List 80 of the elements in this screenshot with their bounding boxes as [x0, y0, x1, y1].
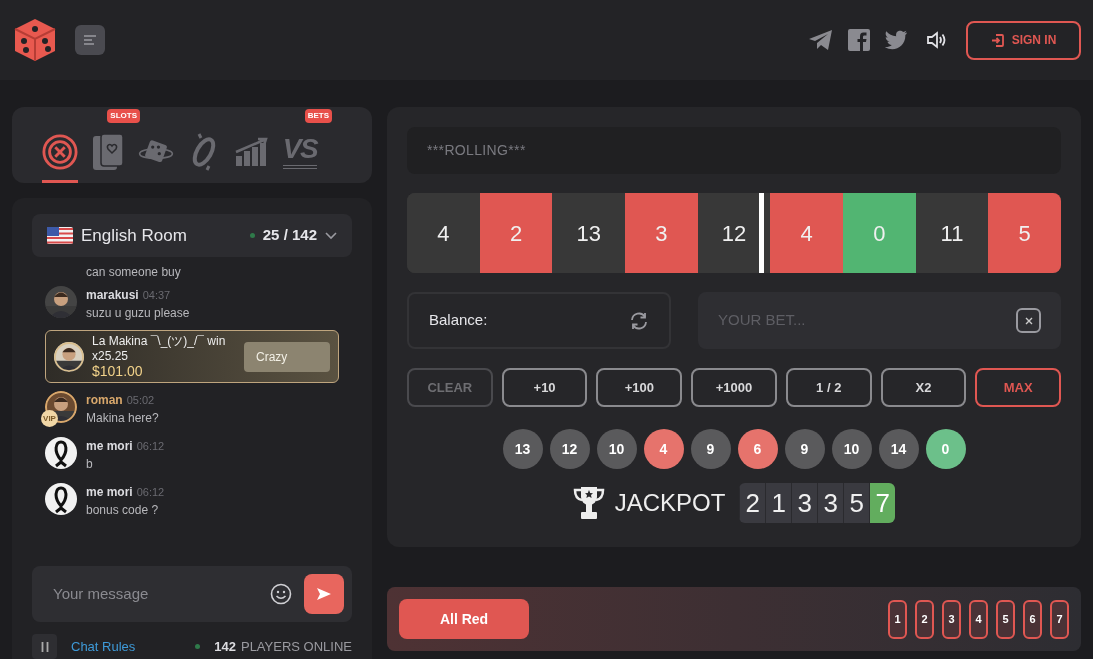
message-input[interactable]: Your message [53, 582, 258, 606]
message-time: 04:37 [142, 288, 171, 303]
telegram-icon[interactable] [808, 29, 834, 51]
sign-in-icon [990, 33, 1004, 47]
number-chip[interactable]: 7 [1050, 599, 1069, 639]
balance-label: Balance: [429, 310, 489, 331]
message-text: bonus code ? [86, 502, 160, 519]
twitter-icon[interactable] [884, 30, 908, 50]
jackpot-label: JACKPOT [614, 488, 726, 518]
strip-cell: 3 [625, 193, 698, 273]
volume-icon[interactable] [926, 31, 948, 49]
username: me mori [86, 438, 133, 455]
username: marakusi [86, 287, 139, 304]
vip-badge: VIP [41, 410, 58, 427]
username: roman [86, 392, 123, 409]
emoji-icon[interactable] [270, 583, 292, 605]
sign-in-button[interactable]: SIGN IN [966, 20, 1081, 60]
players-count: 142 [214, 637, 236, 656]
room-name: English Room [81, 224, 188, 247]
message-time: 06:12 [136, 439, 165, 454]
players-online-label: PLAYERS ONLINE [240, 637, 352, 656]
bet-amount-button[interactable]: MAX [975, 368, 1062, 407]
strip-cell: 0 [843, 193, 916, 273]
send-button[interactable] [304, 574, 344, 614]
bet-amount-button[interactable]: +1000 [691, 368, 777, 407]
number-chip[interactable]: 4 [969, 599, 988, 639]
message-text: can someone buy [86, 265, 182, 279]
message-time: 06:12 [136, 485, 165, 500]
ribbon-avatar-icon [45, 437, 77, 469]
win-amount: $101.00 [92, 364, 144, 379]
win-multiplier: x25.25 [92, 349, 130, 364]
number-chip[interactable]: 5 [996, 599, 1015, 639]
room-selector[interactable]: English Room 25 / 142 [32, 214, 352, 257]
strip-cell: 4 [770, 193, 844, 273]
bet-amount-button[interactable]: X2 [880, 368, 967, 407]
menu-icon [83, 34, 97, 46]
number-chip[interactable]: 6 [1023, 599, 1042, 639]
message-field[interactable]: Your message [32, 566, 352, 622]
trophy-icon [572, 485, 605, 521]
chevron-down-icon [325, 231, 337, 240]
ribbon-avatar-icon [45, 483, 77, 515]
chat-rules-link[interactable]: Chat Rules [71, 636, 182, 657]
jackpot-digit: 3 [817, 483, 844, 523]
number-chip[interactable]: 2 [915, 599, 934, 639]
bet-all-button[interactable]: All Red [399, 599, 529, 639]
bet-amount-button[interactable]: +100 [596, 368, 683, 407]
cards-icon [91, 132, 125, 172]
clear-bet-button[interactable] [1016, 308, 1041, 333]
jackpot-digit: 3 [791, 483, 818, 523]
strip-cell: 2 [479, 193, 553, 273]
online-count: 25 / 142 [262, 225, 317, 246]
us-flag-icon [47, 227, 73, 244]
tab-badge: SLOTS [107, 109, 140, 123]
roulette-icon [42, 133, 78, 171]
message-text: suzu u guzu please [86, 305, 190, 322]
bet-amount-button[interactable]: 1 / 2 [785, 368, 872, 407]
close-icon [1024, 316, 1033, 325]
pause-button[interactable] [32, 634, 57, 659]
win-text: La Makina ¯\_(ツ)_/¯ win [92, 334, 227, 349]
refresh-icon[interactable] [629, 311, 649, 330]
dice-logo-icon[interactable] [12, 17, 58, 63]
number-chip[interactable]: 1 [888, 599, 907, 639]
message-text: Makina here? [86, 410, 159, 427]
jackpot-digit: 1 [765, 483, 792, 523]
send-icon [316, 587, 332, 601]
status-text: ***ROLLING*** [427, 141, 526, 160]
game-label: Crazy [244, 341, 330, 372]
pause-icon [40, 641, 49, 652]
facebook-icon[interactable] [848, 29, 870, 51]
jackpot-digit: 2 [739, 483, 766, 523]
number-chip[interactable]: 3 [942, 599, 961, 639]
strip-cell: 5 [988, 193, 1061, 273]
menu-button[interactable] [75, 25, 105, 55]
message-time: 05:02 [126, 393, 155, 408]
chart-icon [234, 136, 270, 168]
username: me mori [86, 484, 133, 501]
tab-badge: BETS [304, 109, 332, 123]
jackpot-digit: 7 [869, 483, 896, 523]
message-text: b [86, 456, 94, 473]
bet-amount-button[interactable]: +10 [501, 368, 588, 407]
